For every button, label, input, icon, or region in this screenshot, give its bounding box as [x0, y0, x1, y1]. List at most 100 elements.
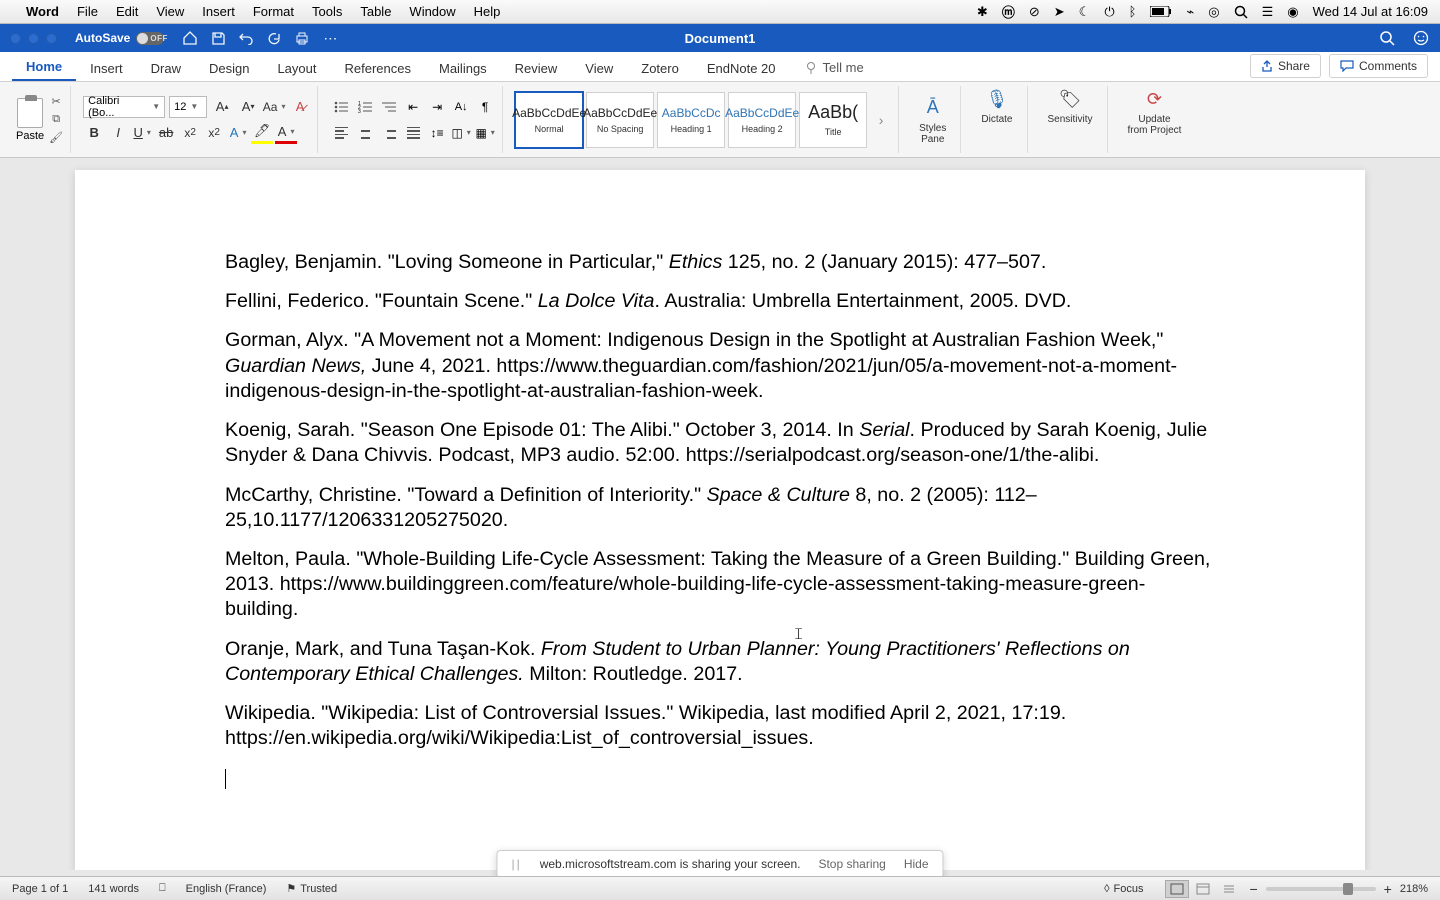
redo-icon[interactable] [266, 30, 282, 46]
multilevel-list-button[interactable] [378, 96, 400, 118]
menu-window[interactable]: Window [409, 4, 455, 19]
increase-indent-button[interactable]: ⇥ [426, 96, 448, 118]
status-page[interactable]: Page 1 of 1 [12, 883, 68, 895]
bibliography-entry[interactable]: Fellini, Federico. "Fountain Scene." La … [225, 289, 1215, 314]
align-center-button[interactable] [354, 122, 376, 144]
tab-layout[interactable]: Layout [263, 55, 330, 81]
bibliography-entry[interactable]: Gorman, Alyx. "A Movement not a Moment: … [225, 328, 1215, 404]
comments-button[interactable]: Comments [1329, 54, 1428, 78]
moon-icon[interactable]: ☾ [1079, 4, 1091, 20]
autosave-toggle[interactable]: AutoSave OFF [75, 31, 164, 45]
tab-design[interactable]: Design [195, 55, 263, 81]
numbering-button[interactable]: 123 [354, 96, 376, 118]
view-outline-button[interactable] [1217, 880, 1241, 898]
font-name-select[interactable]: Calibri (Bo...▼ [83, 96, 165, 118]
arrow-icon[interactable]: ➤ [1054, 4, 1065, 20]
strike-button[interactable]: ab [155, 122, 177, 144]
status-language[interactable]: English (France) [186, 883, 267, 895]
control-center-icon[interactable]: ☰ [1262, 4, 1274, 20]
menubar-clock[interactable]: Wed 14 Jul at 16:09 [1313, 4, 1428, 19]
align-left-button[interactable] [330, 122, 352, 144]
bibliography-entry[interactable]: Wikipedia. "Wikipedia: List of Controver… [225, 701, 1215, 751]
tab-review[interactable]: Review [501, 55, 572, 81]
clock-icon[interactable]: ⏻ [1104, 4, 1114, 20]
menu-file[interactable]: File [77, 4, 98, 19]
bluetooth-icon[interactable]: ᛒ [1129, 4, 1137, 19]
menu-tools[interactable]: Tools [312, 4, 342, 19]
clear-format-button[interactable]: A̷ [289, 96, 311, 118]
ring-icon[interactable]: ◎ [1208, 4, 1219, 20]
align-right-button[interactable] [378, 122, 400, 144]
style-title[interactable]: AaBb(Title [799, 92, 867, 148]
copy-icon[interactable]: ⧉ [48, 113, 64, 127]
more-icon[interactable]: ⋯ [322, 30, 338, 46]
menu-edit[interactable]: Edit [116, 4, 138, 19]
home-icon[interactable] [182, 30, 198, 46]
bibliography-entry[interactable]: Bagley, Benjamin. "Loving Someone in Par… [225, 250, 1215, 275]
tab-home[interactable]: Home [12, 53, 76, 81]
battery-icon[interactable] [1150, 6, 1172, 17]
view-print-layout-button[interactable] [1165, 880, 1189, 898]
update-project-button[interactable]: ⟳Update from Project [1120, 86, 1190, 153]
search-icon[interactable] [1234, 5, 1248, 19]
bibliography-entry[interactable]: Melton, Paula. "Whole-Building Life-Cycl… [225, 547, 1215, 623]
grow-font-button[interactable]: A▴ [211, 96, 233, 118]
paste-button[interactable]: Paste [16, 98, 44, 142]
bibliography-entry[interactable]: McCarthy, Christine. "Toward a Definitio… [225, 483, 1215, 533]
shading-button[interactable]: ◫▾ [450, 122, 472, 144]
zoom-slider[interactable] [1266, 887, 1376, 891]
highlight-button[interactable]: 🖊 [251, 122, 273, 144]
italic-button[interactable]: I [107, 122, 129, 144]
undo-icon[interactable] [238, 30, 254, 46]
style-normal[interactable]: AaBbCcDdEeNormal [515, 92, 583, 148]
menu-format[interactable]: Format [253, 4, 294, 19]
sensitivity-button[interactable]: 🏷Sensitivity [1040, 86, 1101, 153]
titlebar-search-icon[interactable] [1378, 29, 1396, 47]
traffic-lights[interactable] [10, 33, 57, 44]
share-button[interactable]: Share [1250, 54, 1321, 78]
dictate-button[interactable]: 🎙Dictate [973, 86, 1020, 153]
document-scroll-area[interactable]: Bagley, Benjamin. "Loving Someone in Par… [0, 158, 1440, 870]
underline-button[interactable]: U▾ [131, 122, 153, 144]
titlebar-smile-icon[interactable] [1412, 29, 1430, 47]
style-heading-1[interactable]: AaBbCcDcHeading 1 [657, 92, 725, 148]
app-menu[interactable]: Word [26, 4, 59, 19]
bibliography-entry[interactable]: Oranje, Mark, and Tuna Taşan-Kok. From S… [225, 637, 1215, 687]
bold-button[interactable]: B [83, 122, 105, 144]
print-icon[interactable] [294, 30, 310, 46]
hide-share-button[interactable]: Hide [904, 857, 929, 871]
tab-view[interactable]: View [571, 55, 627, 81]
cancel-circle-icon[interactable]: ⊘ [1029, 4, 1040, 20]
status-trusted[interactable]: ⚑Trusted [286, 882, 337, 895]
menu-help[interactable]: Help [474, 4, 501, 19]
tab-references[interactable]: References [331, 55, 425, 81]
siri-icon[interactable]: ◉ [1287, 4, 1298, 20]
tab-insert[interactable]: Insert [76, 55, 137, 81]
font-color-button[interactable]: A▾ [275, 122, 297, 144]
line-spacing-button[interactable]: ↕≡ [426, 122, 448, 144]
superscript-button[interactable]: x2 [203, 122, 225, 144]
menu-view[interactable]: View [156, 4, 184, 19]
drag-handle-icon[interactable]: || [511, 857, 521, 871]
zoom-percent[interactable]: 218% [1400, 883, 1428, 895]
bullets-button[interactable] [330, 96, 352, 118]
asterisk-icon[interactable]: ✱ [977, 4, 988, 20]
font-size-select[interactable]: 12▼ [169, 96, 207, 118]
subscript-button[interactable]: x2 [179, 122, 201, 144]
decrease-indent-button[interactable]: ⇤ [402, 96, 424, 118]
tell-me-search[interactable]: Tell me [790, 54, 878, 81]
style-no-spacing[interactable]: AaBbCcDdEeNo Spacing [586, 92, 654, 148]
styles-pane-button[interactable]: ĀStyles Pane [911, 95, 954, 145]
tab-endnote[interactable]: EndNote 20 [693, 55, 790, 81]
save-icon[interactable] [210, 30, 226, 46]
tab-mailings[interactable]: Mailings [425, 55, 501, 81]
show-paragraph-button[interactable]: ¶ [474, 96, 496, 118]
m-icon[interactable]: ⓜ [1002, 2, 1015, 21]
bibliography-entry[interactable]: Koenig, Sarah. "Season One Episode 01: T… [225, 418, 1215, 468]
cut-icon[interactable]: ✂ [48, 95, 64, 109]
tab-zotero[interactable]: Zotero [627, 55, 693, 81]
zoom-out-button[interactable]: − [1249, 881, 1257, 897]
focus-mode-button[interactable]: ◊Focus [1104, 883, 1143, 895]
format-painter-icon[interactable]: 🖌 [48, 131, 64, 145]
justify-button[interactable] [402, 122, 424, 144]
